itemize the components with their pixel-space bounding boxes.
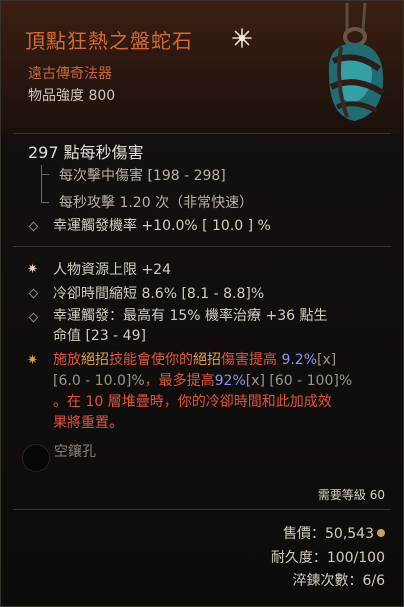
temper-count: 淬鍊次數：6/6 xyxy=(292,573,385,589)
divider xyxy=(13,133,391,134)
durability: 耐久度：100/100 xyxy=(270,550,385,566)
item-tooltip: 頂點狂熱之盤蛇石 遠古傳奇法器 物品強度 800 297 點每秒傷害 每次擊中傷… xyxy=(0,0,404,607)
affix-lucky-hit-line2: 命值 [23 - 49] xyxy=(53,328,146,344)
aspect-line3: 。在 10 層堆疊時，你的冷卻時間和此加成效 xyxy=(53,394,332,410)
diamond-bullet-icon xyxy=(28,312,39,323)
affix-lucky-hit-line1: 幸運觸發：最高有 15% 機率治療 +36 點生 xyxy=(53,308,328,324)
item-type: 遠古傳奇法器 xyxy=(28,66,112,82)
aspect-range: [6.0 - 10.0]% xyxy=(53,373,145,389)
aspect-line2: [6.0 - 10.0]%，最多提高92%[x] [60 - 100]% xyxy=(53,371,352,392)
lucky-hit-chance: 幸運觸發機率 +10.0% [ 10.0 ] % xyxy=(53,218,271,234)
tree-branch xyxy=(41,174,49,175)
socket-label: 空鑲孔 xyxy=(54,444,96,460)
divider xyxy=(13,509,391,510)
aspect-value: 9.2% xyxy=(281,352,318,368)
diamond-bullet-icon xyxy=(28,288,39,299)
item-power: 物品強度 800 xyxy=(28,88,116,104)
damage-per-hit: 每次擊中傷害 [198 - 298] xyxy=(59,168,226,184)
aspect-text: 施放 xyxy=(53,352,81,368)
star-bullet-icon: ✷ xyxy=(27,262,38,277)
dps-value: 297 點每秒傷害 xyxy=(28,143,144,162)
diamond-bullet-icon xyxy=(28,221,39,232)
aspect-text: 絕招 xyxy=(193,352,221,368)
legendary-aspect: 施放絕招技能會使你的絕招傷害提高 9.2%[x] [6.0 - 10.0]%，最… xyxy=(53,350,352,434)
aspect-text: 技能會使你的 xyxy=(109,352,193,368)
aspect-range: [60 - 100]% xyxy=(269,373,353,389)
sell-value-text: 售價：50,543 xyxy=(283,526,374,542)
attack-speed: 每秒攻擊 1.20 次（非常快速） xyxy=(59,195,254,211)
aspect-line4: 果將重置。 xyxy=(53,415,123,431)
star-bullet-icon: ✷ xyxy=(27,353,38,368)
coin-icon xyxy=(377,529,385,537)
divider xyxy=(13,246,391,247)
item-image xyxy=(328,3,385,121)
affix-cooldown: 冷卻時間縮短 8.6% [8.1 - 8.8]% xyxy=(53,286,265,302)
required-level: 需要等級 60 xyxy=(317,488,385,502)
aspect-line1: 施放絕招技能會使你的絕招傷害提高 9.2%[x] xyxy=(53,350,352,371)
ancestral-sparkle-icon xyxy=(232,28,252,48)
aspect-range: [x] xyxy=(245,373,265,389)
aspect-text: ，最多提高 xyxy=(144,373,215,389)
empty-socket-icon xyxy=(22,444,50,472)
item-name: 頂點狂熱之盤蛇石 xyxy=(25,29,193,53)
aspect-text: 絕招 xyxy=(81,352,109,368)
affix-lucky-hit: 幸運觸發：最高有 15% 機率治療 +36 點生 命值 [23 - 49] xyxy=(53,306,327,346)
aspect-text: 傷害提高 xyxy=(221,352,277,368)
affix-resource: 人物資源上限 +24 xyxy=(53,262,171,278)
aspect-value: 92% xyxy=(214,373,246,389)
sell-value: 售價：50,543 xyxy=(283,523,385,543)
tooltip-header: 頂點狂熱之盤蛇石 遠古傳奇法器 物品強度 800 xyxy=(1,1,403,134)
aspect-range: [x] xyxy=(317,352,337,368)
tree-connector xyxy=(41,165,42,203)
tree-branch xyxy=(41,202,49,203)
